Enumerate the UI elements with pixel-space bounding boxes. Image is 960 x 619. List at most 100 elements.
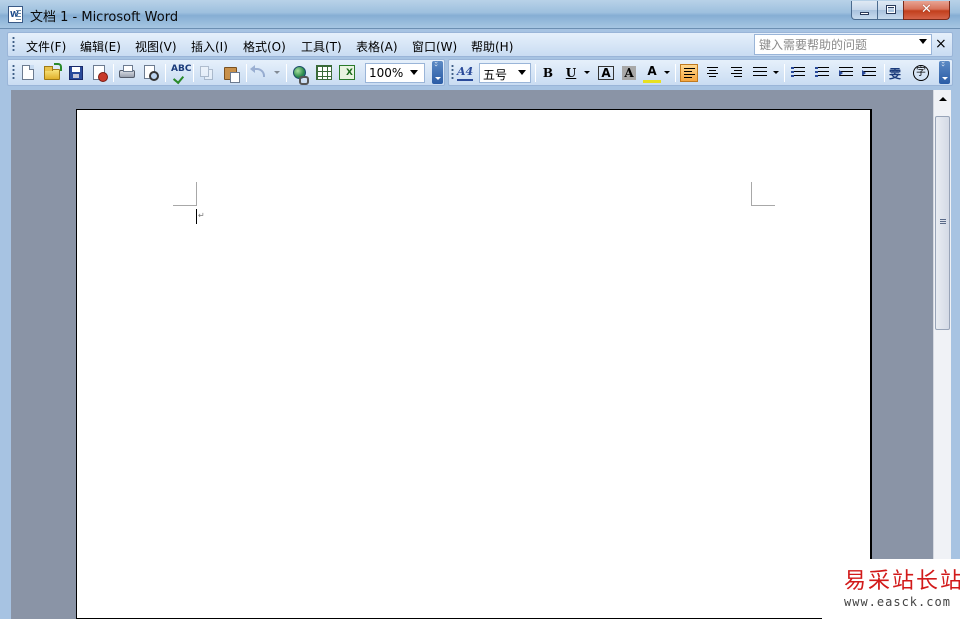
underline-label: U: [565, 66, 577, 80]
open-button[interactable]: [43, 63, 62, 82]
toolbar-separator: [286, 64, 287, 82]
underline-button[interactable]: U: [562, 63, 580, 83]
watermark-title: 易采站长站: [844, 569, 960, 594]
copy-icon: [200, 66, 209, 77]
menu-view[interactable]: 视图(V): [135, 38, 177, 55]
toolbar-options-chevron[interactable]: [939, 61, 950, 84]
font-size-dropdown-icon[interactable]: [518, 70, 526, 75]
paragraph-mark: ↵: [198, 211, 205, 220]
line-spacing-dropdown-icon[interactable]: [773, 71, 779, 74]
close-document-button[interactable]: ×: [935, 36, 947, 52]
paste-icon: [224, 67, 240, 83]
toolbar-separator: [246, 64, 247, 82]
maximize-icon: [886, 5, 896, 14]
styles-button[interactable]: A4: [457, 64, 475, 82]
menu-window[interactable]: 窗口(W): [412, 38, 457, 55]
margin-corner-top-right: [751, 182, 775, 206]
print-preview-button[interactable]: [142, 64, 160, 82]
align-left-button[interactable]: [680, 64, 698, 82]
highlight-button[interactable]: A: [643, 63, 661, 83]
menu-file[interactable]: 文件(F): [26, 38, 66, 55]
bold-button[interactable]: B: [539, 63, 557, 83]
hyperlink-button[interactable]: [291, 64, 309, 85]
spelling-button[interactable]: ABC: [170, 64, 192, 82]
menu-table[interactable]: 表格(A): [356, 38, 398, 55]
toolbar-separator: [113, 64, 114, 82]
paste-button[interactable]: [222, 64, 240, 83]
zoom-dropdown-icon[interactable]: [410, 70, 418, 75]
toolbar-separator: [675, 64, 676, 82]
menu-bar: 文件(F) 编辑(E) 视图(V) 插入(I) 格式(O) 工具(T) 表格(A…: [7, 32, 953, 57]
toolbar-separator: [165, 64, 166, 82]
close-window-button[interactable]: ✕: [903, 1, 950, 20]
document-page[interactable]: ↵: [76, 109, 872, 619]
help-search-dropdown-icon[interactable]: [919, 39, 927, 44]
permission-button[interactable]: [90, 64, 108, 82]
toolbar-grip[interactable]: [12, 64, 15, 81]
insert-excel-button[interactable]: [338, 64, 356, 82]
menu-bar-grip[interactable]: [12, 36, 15, 53]
align-right-button[interactable]: [727, 64, 745, 82]
print-icon: [119, 65, 135, 78]
new-button[interactable]: [19, 64, 37, 82]
print-preview-icon: [144, 65, 159, 81]
highlight-dropdown-icon[interactable]: [664, 71, 670, 74]
window-right-edge: [951, 90, 960, 619]
phonetic-guide-button[interactable]: 雯: [889, 64, 907, 82]
menu-insert[interactable]: 插入(I): [191, 38, 228, 55]
save-icon: [69, 66, 83, 80]
char-border-button[interactable]: A: [597, 63, 615, 83]
text-cursor: [196, 209, 197, 224]
new-icon: [22, 65, 34, 80]
spelling-icon: ABC: [171, 64, 192, 74]
close-icon: ✕: [921, 2, 932, 17]
underline-dropdown-icon[interactable]: [584, 71, 590, 74]
help-search-input[interactable]: [754, 34, 932, 55]
vertical-scrollbar[interactable]: [933, 90, 951, 619]
menu-edit[interactable]: 编辑(E): [80, 38, 121, 55]
bullets-button[interactable]: [813, 64, 831, 82]
menu-tools[interactable]: 工具(T): [301, 38, 342, 55]
minimize-button[interactable]: [851, 1, 878, 20]
undo-icon: [250, 65, 265, 77]
tables-borders-button[interactable]: [315, 64, 333, 82]
enclose-characters-button[interactable]: 字: [912, 64, 930, 82]
decrease-indent-button[interactable]: [837, 64, 855, 82]
scroll-up-arrow-icon[interactable]: [939, 97, 947, 101]
numbering-button[interactable]: [789, 64, 807, 82]
bullets-icon: [815, 67, 829, 79]
copy-button[interactable]: [198, 64, 216, 82]
menu-format[interactable]: 格式(O): [243, 38, 286, 55]
save-button[interactable]: [67, 64, 85, 82]
font-size-value: 五号: [483, 68, 508, 82]
title-bar: W 文档 1 - Microsoft Word ✕: [0, 0, 960, 29]
menu-help[interactable]: 帮助(H): [471, 38, 513, 55]
enclose-characters-icon: 字: [913, 65, 929, 81]
window-title: 文档 1 - Microsoft Word: [30, 10, 179, 25]
increase-indent-button[interactable]: [860, 64, 878, 82]
standard-toolbar: ABC 100%: [7, 59, 445, 86]
hyperlink-icon: [293, 66, 309, 85]
toolbar-grip[interactable]: [451, 64, 454, 81]
toolbar-separator: [884, 64, 885, 82]
undo-button[interactable]: [250, 64, 269, 82]
toolbar-options-chevron[interactable]: [432, 61, 443, 84]
phonetic-guide-icon: 雯: [889, 67, 902, 81]
margin-corner-top-left: [173, 182, 197, 206]
maximize-button[interactable]: [877, 1, 904, 20]
tables-borders-icon: [316, 65, 332, 80]
numbering-icon: [791, 67, 805, 79]
line-spacing-button[interactable]: [751, 64, 769, 82]
open-icon: [44, 63, 62, 80]
align-center-button[interactable]: [704, 64, 722, 82]
watermark: 易采站长站 www.easck.com: [822, 559, 960, 619]
watermark-url: www.easck.com: [844, 595, 951, 609]
undo-dropdown-icon[interactable]: [274, 71, 280, 74]
word-app-icon[interactable]: W: [8, 6, 23, 23]
char-border-label: A: [598, 66, 614, 80]
decrease-indent-icon: [839, 67, 853, 79]
char-shading-button[interactable]: A: [620, 63, 638, 83]
scrollbar-thumb[interactable]: [935, 116, 950, 330]
print-button[interactable]: [118, 64, 136, 82]
permission-icon: [93, 65, 108, 82]
